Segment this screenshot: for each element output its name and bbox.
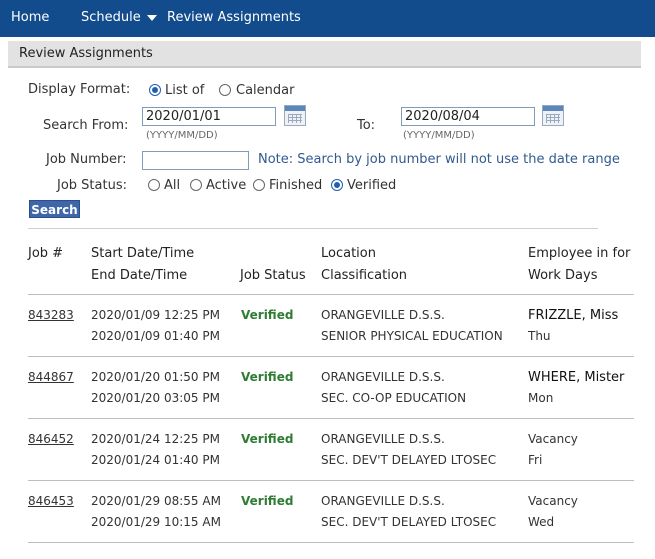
employee-name: Vacancy bbox=[528, 494, 578, 508]
start-datetime: 2020/01/24 12:25 PM bbox=[91, 432, 220, 446]
end-datetime: 2020/01/09 01:40 PM bbox=[91, 329, 220, 343]
header-classification: Classification bbox=[321, 268, 408, 283]
chevron-down-icon bbox=[146, 14, 157, 21]
display-calendar-radio[interactable] bbox=[219, 84, 231, 96]
job-number-link[interactable]: 846453 bbox=[28, 491, 74, 512]
form-divider bbox=[28, 228, 598, 229]
job-number-link[interactable]: 846452 bbox=[28, 429, 74, 450]
header-end: End Date/Time bbox=[91, 268, 188, 283]
status-all-label: All bbox=[164, 178, 181, 193]
location: ORANGEVILLE D.S.S. bbox=[321, 308, 445, 322]
status-finished-radio[interactable] bbox=[253, 179, 265, 191]
status-finished-label: Finished bbox=[269, 178, 323, 193]
calendar-icon[interactable] bbox=[542, 105, 564, 126]
job-number-link[interactable]: 843283 bbox=[28, 305, 74, 326]
header-workdays: Work Days bbox=[528, 268, 598, 283]
row-divider bbox=[28, 542, 634, 543]
search-from-format-hint: (YYYY/MM/DD) bbox=[146, 130, 218, 141]
job-number-input[interactable] bbox=[142, 151, 249, 170]
header-job-number: Job # bbox=[28, 246, 64, 261]
job-number-label: Job Number: bbox=[46, 152, 127, 167]
classification: SEC. DEV'T DELAYED LTOSEC bbox=[321, 453, 497, 467]
header-start: Start Date/Time bbox=[91, 246, 195, 261]
job-number-link[interactable]: 844867 bbox=[28, 367, 74, 388]
search-button[interactable]: Search bbox=[29, 200, 80, 218]
status-badge: Verified bbox=[241, 432, 294, 446]
status-badge: Verified bbox=[241, 494, 294, 508]
location: ORANGEVILLE D.S.S. bbox=[321, 432, 445, 446]
start-datetime: 2020/01/20 01:50 PM bbox=[91, 370, 220, 384]
page-title: Review Assignments bbox=[19, 46, 153, 61]
employee-name: Vacancy bbox=[528, 432, 578, 446]
nav-schedule-label: Schedule bbox=[81, 10, 141, 25]
status-verified-label: Verified bbox=[347, 178, 397, 193]
classification: SENIOR PHYSICAL EDUCATION bbox=[321, 329, 503, 343]
end-datetime: 2020/01/24 01:40 PM bbox=[91, 453, 220, 467]
work-days: Thu bbox=[528, 329, 551, 343]
start-datetime: 2020/01/09 12:25 PM bbox=[91, 308, 220, 322]
status-all-radio[interactable] bbox=[148, 179, 160, 191]
search-from-label: Search From: bbox=[43, 118, 129, 133]
header-status: Job Status bbox=[240, 268, 306, 283]
end-datetime: 2020/01/20 03:05 PM bbox=[91, 391, 220, 405]
status-verified-radio[interactable] bbox=[331, 179, 343, 191]
search-from-input[interactable]: 2020/01/01 bbox=[142, 107, 276, 126]
nav-review-assignments[interactable]: Review Assignments bbox=[167, 10, 301, 25]
status-badge: Verified bbox=[241, 308, 294, 322]
header-divider bbox=[8, 66, 641, 68]
search-to-format-hint: (YYYY/MM/DD) bbox=[403, 130, 475, 141]
start-datetime: 2020/01/29 08:55 AM bbox=[91, 494, 221, 508]
employee-name: FRIZZLE, Miss bbox=[528, 308, 619, 323]
status-active-radio[interactable] bbox=[190, 179, 202, 191]
status-active-label: Active bbox=[206, 178, 247, 193]
end-datetime: 2020/01/29 10:15 AM bbox=[91, 515, 221, 529]
display-list-label: List of bbox=[165, 83, 205, 98]
status-badge: Verified bbox=[241, 370, 294, 384]
top-navbar: Home Schedule Review Assignments bbox=[0, 0, 655, 37]
row-divider bbox=[28, 356, 634, 357]
display-calendar-label: Calendar bbox=[236, 83, 295, 98]
work-days: Mon bbox=[528, 391, 554, 405]
page-header: Review Assignments bbox=[8, 41, 641, 68]
nav-schedule[interactable]: Schedule bbox=[81, 10, 157, 25]
row-divider bbox=[28, 480, 634, 481]
employee-name: WHERE, Mister bbox=[528, 370, 625, 385]
header-employee: Employee in for bbox=[528, 246, 631, 261]
header-divider-line bbox=[28, 294, 634, 295]
classification: SEC. DEV'T DELAYED LTOSEC bbox=[321, 515, 497, 529]
header-location: Location bbox=[321, 246, 376, 261]
search-to-label: To: bbox=[357, 118, 376, 133]
row-divider bbox=[28, 418, 634, 419]
display-list-radio[interactable] bbox=[149, 84, 161, 96]
work-days: Fri bbox=[528, 453, 543, 467]
display-format-label: Display Format: bbox=[28, 82, 131, 97]
job-number-note: Note: Search by job number will not use … bbox=[258, 152, 620, 167]
classification: SEC. CO-OP EDUCATION bbox=[321, 391, 467, 405]
calendar-icon[interactable] bbox=[284, 105, 306, 126]
search-to-input[interactable]: 2020/08/04 bbox=[401, 107, 535, 126]
location: ORANGEVILLE D.S.S. bbox=[321, 494, 445, 508]
job-status-label: Job Status: bbox=[57, 178, 127, 193]
work-days: Wed bbox=[528, 515, 555, 529]
nav-home[interactable]: Home bbox=[11, 10, 49, 25]
location: ORANGEVILLE D.S.S. bbox=[321, 370, 445, 384]
